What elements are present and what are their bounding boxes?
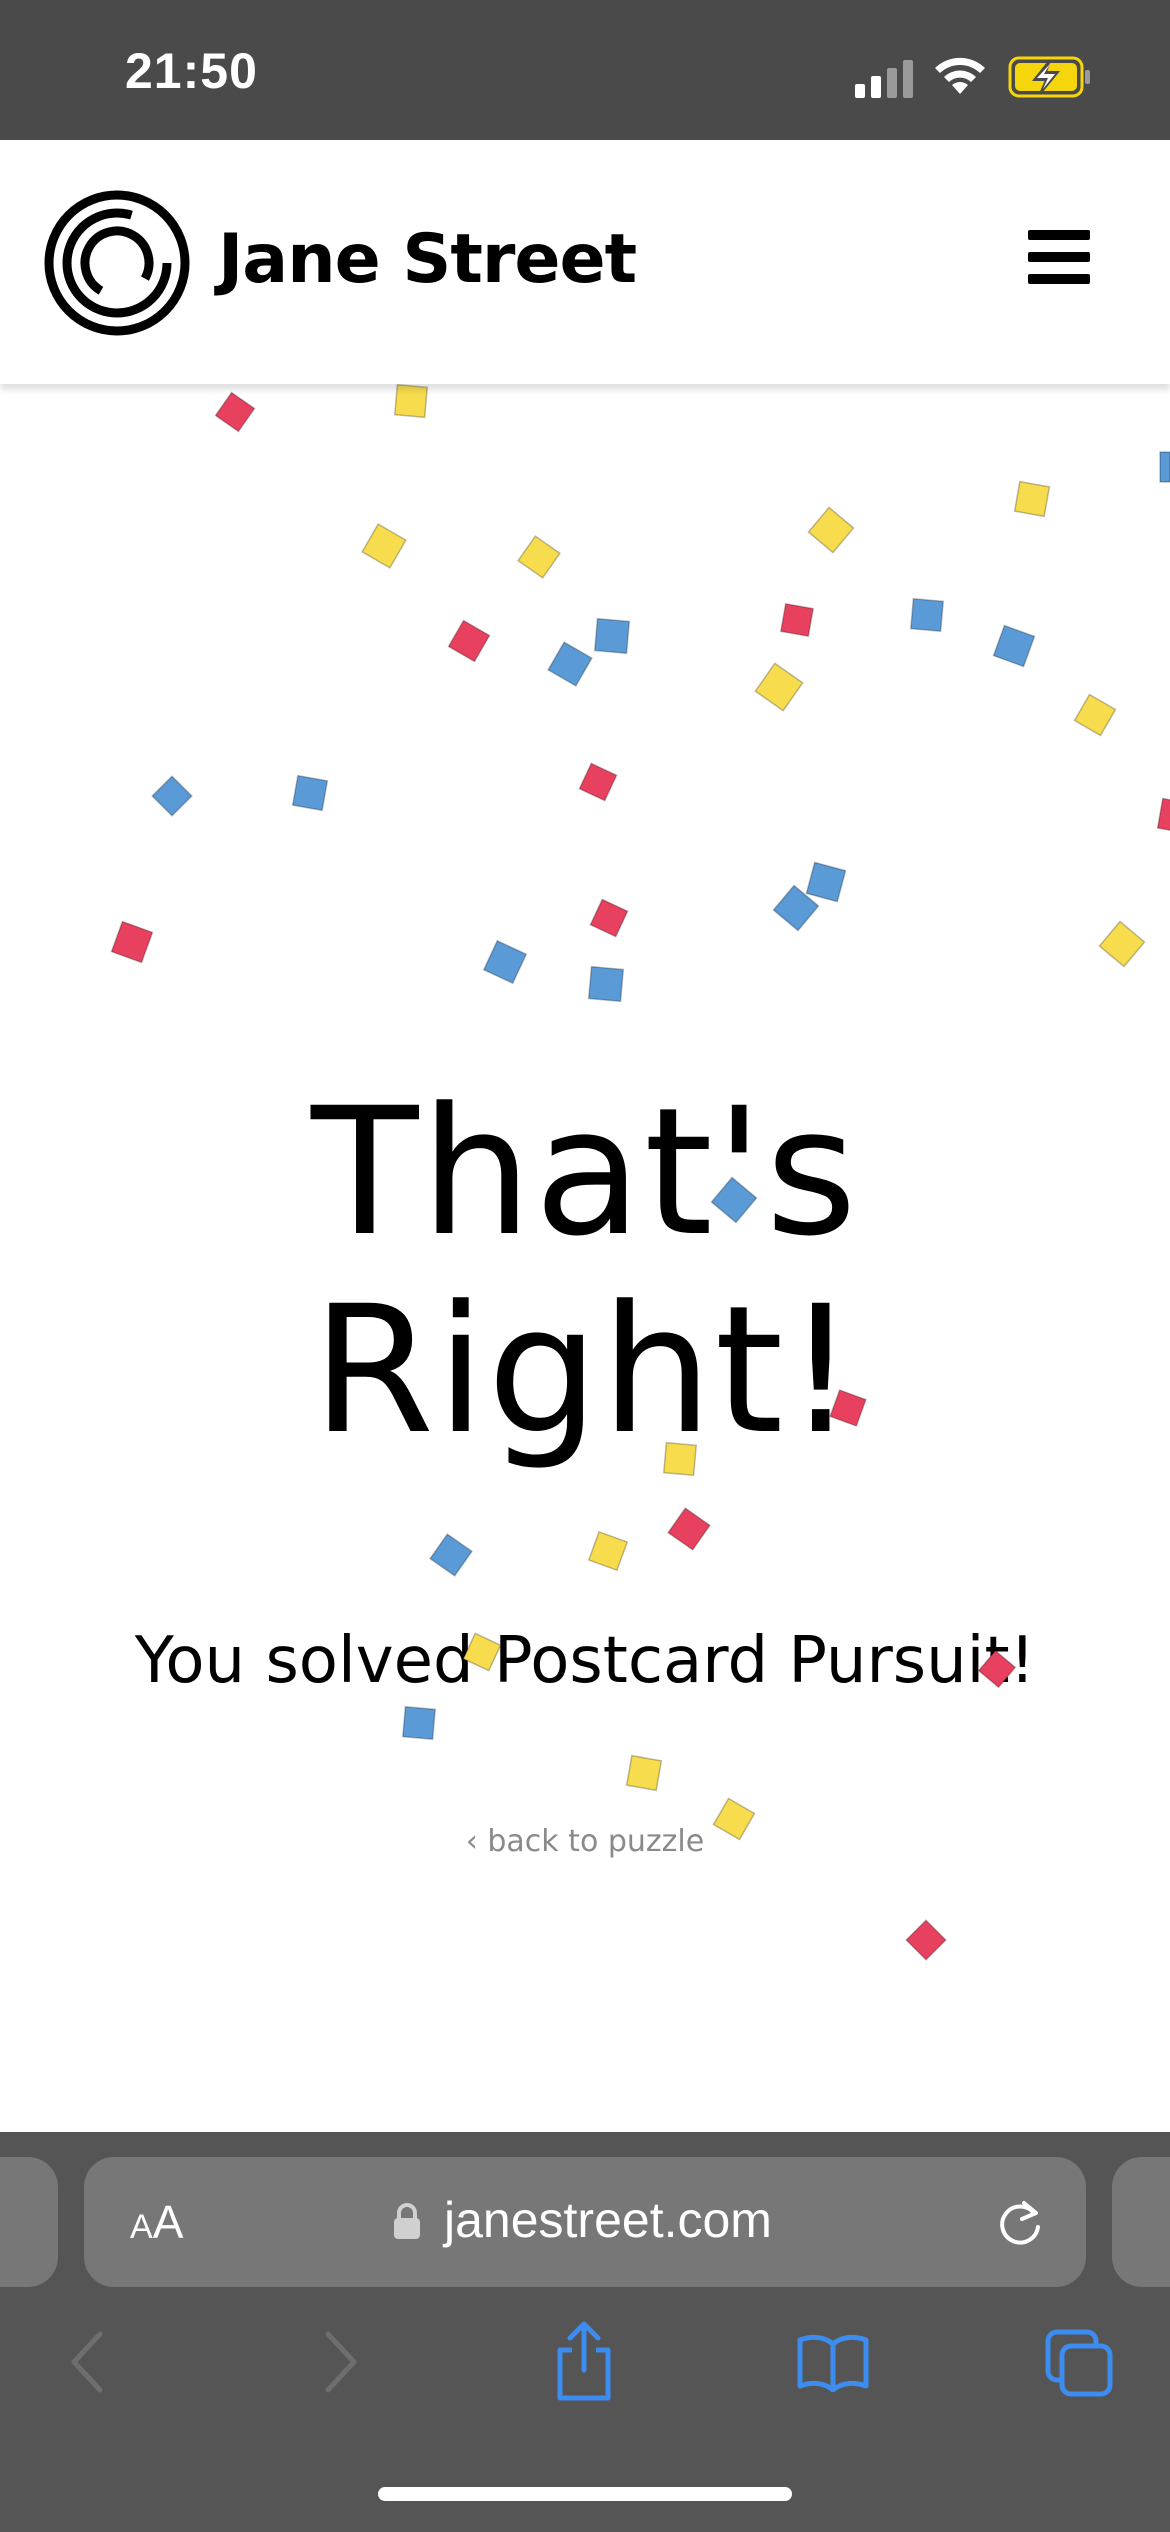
home-indicator[interactable] (378, 2487, 792, 2501)
confetti-piece (587, 1530, 629, 1572)
next-tab-preview[interactable] (1112, 2157, 1170, 2287)
url-text[interactable]: janestreet.com (444, 2191, 772, 2249)
previous-tab-preview[interactable] (0, 2157, 58, 2287)
confetti-piece (447, 619, 491, 663)
back-to-puzzle-link[interactable]: ‹ back to puzzle (0, 1824, 1170, 1859)
wifi-icon (935, 57, 985, 94)
browser-toolbar: AA janestreet.com (0, 2132, 1170, 2532)
confetti-piece (291, 774, 329, 812)
tabs-icon[interactable] (1044, 2328, 1114, 2398)
headline-line-2: Right! (311, 1268, 858, 1473)
share-icon[interactable] (552, 2320, 616, 2402)
confetti-piece (214, 391, 256, 433)
main-content: That's Right! You solved Postcard Pursui… (0, 384, 1170, 2132)
brand-name[interactable]: Jane Street (218, 220, 637, 299)
jane-street-logo-icon[interactable] (42, 188, 192, 338)
confetti-piece (393, 384, 429, 419)
text-size-big-a: A (152, 2196, 184, 2248)
confetti-piece (547, 641, 593, 687)
confetti-piece (578, 762, 618, 802)
lock-icon (394, 2203, 420, 2239)
headline-line-1: That's (311, 1070, 859, 1275)
bookmarks-icon[interactable] (796, 2332, 870, 2392)
site-header: Jane Street (0, 140, 1170, 384)
confetti-piece (110, 920, 154, 964)
confetti-piece (1013, 480, 1051, 518)
confetti-piece (589, 898, 629, 938)
confetti-piece (1073, 693, 1117, 737)
confetti-piece (482, 939, 528, 985)
confetti-piece (361, 523, 407, 569)
confetti-piece (625, 1754, 663, 1792)
confetti-piece (401, 1705, 437, 1741)
status-time: 21:50 (125, 43, 258, 99)
confetti-piece (772, 884, 820, 932)
success-message: You solved Postcard Pursuit! (134, 1624, 1036, 1698)
confetti-piece (1159, 451, 1170, 483)
confetti-piece (429, 1533, 473, 1577)
confetti-piece (587, 965, 625, 1003)
confetti-piece (805, 861, 847, 903)
confetti-piece (754, 662, 804, 712)
page-title: That's Right! (0, 1074, 1170, 1470)
confetti-piece (667, 1507, 711, 1551)
forward-arrow-icon[interactable] (320, 2330, 360, 2394)
address-bar[interactable]: AA janestreet.com (84, 2157, 1086, 2287)
confetti-piece (992, 624, 1036, 668)
confetti-piece (1098, 920, 1146, 968)
confetti-piece (807, 506, 855, 554)
back-to-puzzle-link-text[interactable]: ‹ back to puzzle (466, 1824, 704, 1859)
text-size-button[interactable]: AA (130, 2195, 183, 2249)
confetti-piece (517, 535, 561, 579)
status-bar: 21:50 (0, 0, 1170, 140)
confetti-piece (779, 602, 815, 638)
hamburger-menu-icon[interactable] (1028, 230, 1090, 290)
confetti-piece (1156, 797, 1170, 833)
back-arrow-icon[interactable] (68, 2330, 108, 2394)
confetti-piece (151, 775, 193, 817)
confetti-piece (909, 597, 945, 633)
confetti-piece (905, 1919, 947, 1961)
cellular-signal-icon (855, 60, 913, 98)
confetti-piece (593, 617, 631, 655)
reload-icon[interactable] (994, 2195, 1046, 2249)
battery-charging-icon (1008, 56, 1090, 98)
text-size-small-a: A (130, 2208, 153, 2246)
